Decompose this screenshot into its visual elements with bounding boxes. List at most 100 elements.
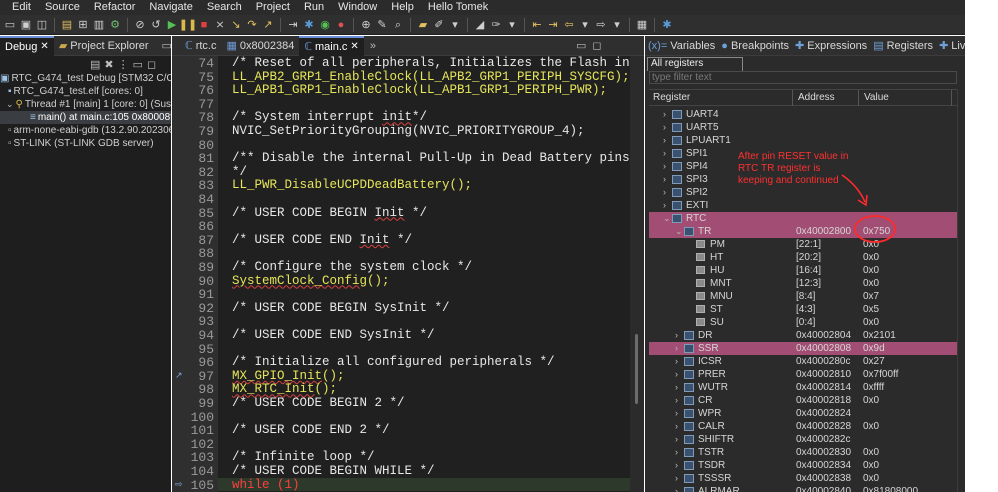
- external-tools-icon[interactable]: ●: [334, 18, 348, 32]
- maximize-icon[interactable]: ◻: [592, 39, 601, 52]
- chevron-right-icon[interactable]: ›: [675, 381, 678, 394]
- search-icon[interactable]: ⌕: [391, 18, 405, 32]
- instruction-step-icon[interactable]: ⇥: [286, 18, 300, 32]
- register-row[interactable]: › UART4: [649, 108, 959, 121]
- code-area[interactable]: /* Reset of all peripherals, Initializes…: [218, 56, 630, 492]
- chevron-right-icon[interactable]: ›: [663, 108, 666, 121]
- menu-item-run[interactable]: Run: [297, 0, 331, 15]
- menu-item-navigate[interactable]: Navigate: [142, 0, 199, 15]
- open-folder-icon[interactable]: ▰: [416, 18, 430, 32]
- maximize-icon[interactable]: ◻: [147, 58, 156, 71]
- register-row[interactable]: SU [0:4] 0x0: [649, 316, 959, 329]
- register-scrollbar[interactable]: [957, 89, 965, 492]
- register-value[interactable]: 0x0: [863, 238, 879, 251]
- clean-icon[interactable]: ▥: [92, 18, 106, 32]
- save-icon[interactable]: ▣: [19, 18, 33, 32]
- perspective-icon[interactable]: ▦: [635, 18, 649, 32]
- register-row[interactable]: › PRER 0x40002810 0x7f00ff: [649, 368, 959, 381]
- chevron-right-icon[interactable]: ›: [675, 355, 678, 368]
- chevron-right-icon[interactable]: ›: [675, 446, 678, 459]
- chevron-right-icon[interactable]: ›: [663, 147, 666, 160]
- tab-main-c[interactable]: ℂ main.c ✕: [299, 35, 364, 56]
- forward-icon[interactable]: ⇨: [594, 18, 608, 32]
- register-value[interactable]: 0x750: [863, 225, 890, 238]
- chevron-down-icon[interactable]: ⌄: [675, 225, 683, 238]
- debug-icon[interactable]: ✱: [302, 18, 316, 32]
- save-all-icon[interactable]: ◫: [35, 18, 49, 32]
- register-value[interactable]: 0x0: [863, 316, 879, 329]
- register-row[interactable]: › DR 0x40002804 0x2101: [649, 329, 959, 342]
- register-row[interactable]: › LPUART1: [649, 134, 959, 147]
- menu-item-project[interactable]: Project: [249, 0, 297, 15]
- register-value[interactable]: 0x27: [863, 355, 885, 368]
- register-row[interactable]: › WUTR 0x40002814 0xffff: [649, 381, 959, 394]
- register-row[interactable]: › ICSR 0x4000280c 0x27: [649, 355, 959, 368]
- new-project-icon[interactable]: ⊕: [359, 18, 373, 32]
- register-value[interactable]: 0x5: [863, 303, 879, 316]
- chevron-right-icon[interactable]: ›: [663, 199, 666, 212]
- register-value[interactable]: 0x7f00ff: [863, 368, 898, 381]
- register-row[interactable]: HT [20:2] 0x0: [649, 251, 959, 264]
- tab-registers[interactable]: ▤ Registers: [870, 36, 936, 56]
- column-header-value[interactable]: Value: [864, 92, 889, 103]
- close-icon[interactable]: ✕: [40, 41, 48, 52]
- step-return-icon[interactable]: ↗: [261, 18, 275, 32]
- menu-item-search[interactable]: Search: [200, 0, 249, 15]
- tree-item-debug-config[interactable]: ▣ RTC_G474_test Debug [STM32 C/C++ Appli: [0, 72, 171, 85]
- run-icon[interactable]: ◉: [318, 18, 332, 32]
- chevron-right-icon[interactable]: ›: [675, 485, 678, 492]
- tab-rtc-c[interactable]: ℂ rtc.c: [180, 36, 221, 56]
- breakpoint-marker-icon[interactable]: ↗: [175, 371, 183, 381]
- next-annotation-icon[interactable]: ⇥: [546, 18, 560, 32]
- chevron-right-icon[interactable]: ›: [675, 420, 678, 433]
- toggle-mark-icon[interactable]: ◢: [473, 18, 487, 32]
- chevron-right-icon[interactable]: ›: [663, 121, 666, 134]
- back-icon[interactable]: ⇦: [562, 18, 576, 32]
- new-icon[interactable]: ▭: [3, 18, 17, 32]
- column-divider[interactable]: [951, 90, 952, 106]
- register-row[interactable]: › SHIFTR 0x4000282c: [649, 433, 959, 446]
- tab-project-explorer[interactable]: ▰ Project Explorer: [54, 36, 154, 56]
- chevron-right-icon[interactable]: ›: [675, 472, 678, 485]
- register-value[interactable]: 0x7: [863, 290, 879, 303]
- chevron-down-icon[interactable]: ▾: [578, 18, 592, 32]
- register-value[interactable]: 0x0: [863, 277, 879, 290]
- tree-item-elf[interactable]: ▪ RTC_G474_test.elf [cores: 0]: [0, 85, 171, 98]
- close-icon[interactable]: ✕: [350, 41, 358, 52]
- disconnect-icon[interactable]: ⨯: [213, 18, 227, 32]
- tree-item-stack-frame[interactable]: ≡ main() at main.c:105 0x80008f4: [0, 111, 171, 124]
- register-row[interactable]: HU [16:4] 0x0: [649, 264, 959, 277]
- register-row[interactable]: › TSDR 0x40002834 0x0: [649, 459, 959, 472]
- register-value[interactable]: 0x2101: [863, 329, 896, 342]
- register-row[interactable]: › UART5: [649, 121, 959, 134]
- chevron-down-icon[interactable]: ⌄: [6, 98, 14, 111]
- more-tabs-icon[interactable]: »: [370, 40, 376, 52]
- skip-breakpoints-icon[interactable]: ⊘: [133, 18, 147, 32]
- menu-item-edit[interactable]: Edit: [0, 0, 38, 15]
- editor-scrollbar[interactable]: [630, 56, 644, 492]
- register-row[interactable]: ST [4:3] 0x5: [649, 303, 959, 316]
- register-row[interactable]: › TSTR 0x40002830 0x0: [649, 446, 959, 459]
- chevron-right-icon[interactable]: ›: [675, 407, 678, 420]
- register-row[interactable]: PM [22:1] 0x0: [649, 238, 959, 251]
- chevron-right-icon[interactable]: ›: [675, 342, 678, 355]
- debug-config-icon[interactable]: ⚙: [108, 18, 122, 32]
- column-header-address[interactable]: Address: [798, 92, 835, 103]
- column-header-register[interactable]: Register: [653, 92, 690, 103]
- build-all-icon[interactable]: ⊞: [76, 18, 90, 32]
- tab-expressions[interactable]: ✚ Expressions: [792, 36, 870, 56]
- register-value[interactable]: 0x0: [863, 251, 879, 264]
- chevron-down-icon[interactable]: ⌄: [663, 212, 671, 225]
- tree-item-gdb[interactable]: ▫ arm-none-eabi-gdb (13.2.90.20230627): [0, 124, 171, 137]
- chevron-right-icon[interactable]: ›: [663, 173, 666, 186]
- menu-item-window[interactable]: Window: [331, 0, 384, 15]
- register-row[interactable]: › CR 0x40002818 0x0: [649, 394, 959, 407]
- build-icon[interactable]: ▤: [60, 18, 74, 32]
- step-over-icon[interactable]: ↷: [245, 18, 259, 32]
- menu-item-source[interactable]: Source: [38, 0, 87, 15]
- register-row[interactable]: MNT [12:3] 0x0: [649, 277, 959, 290]
- column-divider[interactable]: [792, 90, 793, 106]
- view-menu-icon[interactable]: ⋮: [118, 58, 129, 71]
- collapse-all-icon[interactable]: ▤: [90, 58, 100, 71]
- reset-icon[interactable]: ↺: [149, 18, 163, 32]
